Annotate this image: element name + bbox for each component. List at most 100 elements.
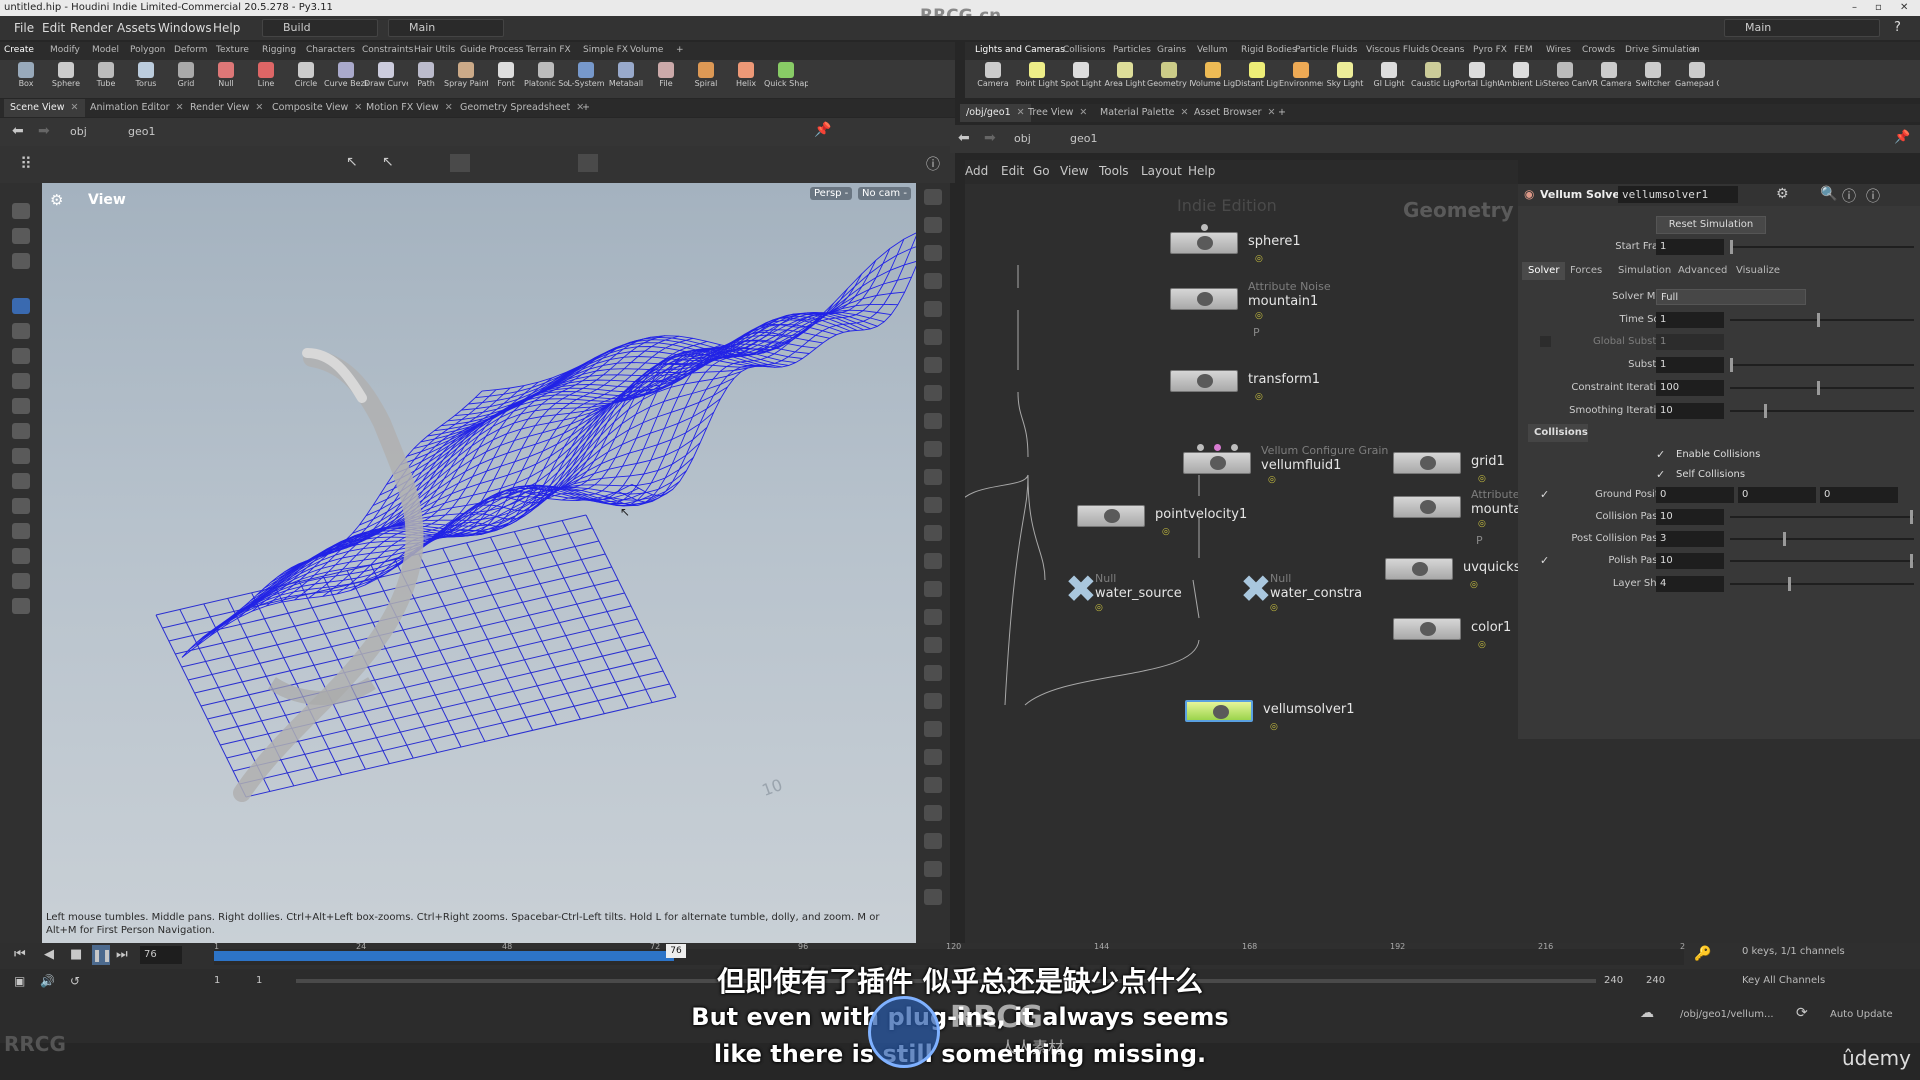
shelf-tab-hair-utils[interactable]: Hair Utils	[414, 45, 455, 55]
tool-gi-light[interactable]: GI Light	[1367, 62, 1411, 88]
light-icon[interactable]	[12, 598, 30, 614]
shelf-tab-fem[interactable]: FEM	[1514, 45, 1533, 55]
tab-forces[interactable]: Forces	[1570, 265, 1602, 276]
start-frame-field[interactable]: 1	[1656, 239, 1724, 255]
polish-passes-checkbox[interactable]: ✓	[1540, 555, 1551, 566]
tab-tree-view[interactable]: Tree View ✕	[1022, 104, 1093, 122]
select-tool-icon[interactable]: ↖	[382, 154, 394, 170]
shelf-tab-pyro-fx[interactable]: Pyro FX	[1473, 45, 1507, 55]
close-icon[interactable]: ✕	[176, 102, 184, 113]
post-collision-passes-slider[interactable]	[1730, 532, 1914, 546]
shelf-tab-guide-process[interactable]: Guide Process	[460, 45, 523, 55]
display-option-icon[interactable]	[924, 749, 942, 765]
smoothing-iterations-slider[interactable]	[1730, 404, 1914, 418]
menu-file[interactable]: File	[14, 16, 34, 40]
tool-stereo-camera[interactable]: Stereo Camera	[1543, 62, 1587, 88]
tool-ambient-light[interactable]: Ambient Light	[1499, 62, 1543, 88]
gear-icon[interactable]: ⚙	[1776, 186, 1789, 202]
tool-sphere[interactable]: Sphere	[44, 62, 88, 88]
forward-arrow-icon[interactable]: ➡	[984, 130, 996, 146]
display-option-icon[interactable]	[924, 273, 942, 289]
node-name-field[interactable]: vellumsolver1	[1618, 186, 1738, 203]
tool-spiral[interactable]: Spiral	[684, 62, 728, 88]
input-connector-icon[interactable]	[1231, 444, 1238, 451]
menu-render[interactable]: Render	[70, 16, 113, 40]
node-flag-icon[interactable]: ◎	[1478, 519, 1486, 529]
pin-icon[interactable]: 📌	[814, 122, 831, 138]
node-sphere1[interactable]	[1170, 232, 1238, 254]
shelf-tab-vellum[interactable]: Vellum	[1197, 45, 1227, 55]
tool-font[interactable]: Font	[484, 62, 528, 88]
ground-y-field[interactable]: 0	[1738, 487, 1816, 503]
network-editor[interactable]: Add Edit Go View Tools Layout Help Indie…	[965, 160, 1518, 943]
tool-spot-light[interactable]: Spot Light	[1059, 62, 1103, 88]
main-selector[interactable]: Main	[388, 19, 504, 37]
frame-marker[interactable]: 76	[666, 944, 686, 958]
tool-tube[interactable]: Tube	[84, 62, 128, 88]
shelf-tab-[interactable]: +	[676, 45, 684, 55]
scene-viewport[interactable]: ⚙ View Persp - No cam - 10 ↖ Left mouse …	[42, 183, 916, 943]
shelf-tab-particle-fluids[interactable]: Particle Fluids	[1295, 45, 1357, 55]
tool-box[interactable]: Box	[4, 62, 48, 88]
time-scale-field[interactable]: 1	[1656, 312, 1724, 328]
desktop-selector[interactable]: Build	[262, 19, 378, 37]
display-option-icon[interactable]	[924, 861, 942, 877]
tool-platonic-solids[interactable]: Platonic Solids	[524, 62, 568, 88]
help-icon[interactable]: ⓘ	[1866, 186, 1880, 206]
render-settings-icon[interactable]	[578, 154, 598, 172]
node-vellumsolver1[interactable]	[1185, 700, 1253, 722]
shelf-tab-simple-fx[interactable]: Simple FX	[583, 45, 628, 55]
display-option-icon[interactable]	[924, 889, 942, 905]
tab-render-view[interactable]: Render View ✕	[184, 99, 269, 117]
path-geo1[interactable]: geo1	[128, 125, 155, 138]
node-flag-icon[interactable]: ◎	[1478, 640, 1486, 650]
handle-icon[interactable]	[12, 448, 30, 464]
info-icon[interactable]: ⓘ	[926, 154, 940, 174]
search-icon[interactable]: 🔍	[1820, 186, 1837, 202]
path-obj[interactable]: obj	[1014, 132, 1031, 145]
path-obj[interactable]: obj	[70, 125, 87, 138]
tool-helix[interactable]: Helix	[724, 62, 768, 88]
tool-curve-bezier[interactable]: Curve Bezier	[324, 62, 368, 88]
shelf-tab-polygon[interactable]: Polygon	[130, 45, 165, 55]
tab-solver[interactable]: Solver	[1522, 262, 1566, 280]
magnet-icon[interactable]	[12, 498, 30, 514]
display-option-icon[interactable]	[924, 301, 942, 317]
polish-passes-slider[interactable]	[1730, 554, 1914, 568]
input-connector-icon[interactable]	[1197, 444, 1204, 451]
shelf-tab-[interactable]: +	[1690, 45, 1698, 55]
info-icon[interactable]: ⓘ	[1842, 186, 1856, 206]
display-option-icon[interactable]	[924, 525, 942, 541]
node-flag-icon[interactable]: ◎	[1270, 603, 1278, 613]
tab-scene-view[interactable]: Scene View ✕	[4, 99, 85, 117]
tab-material-palette[interactable]: Material Palette ✕	[1094, 104, 1194, 122]
rotate-icon[interactable]	[12, 348, 30, 364]
smoothing-iterations-field[interactable]: 10	[1656, 403, 1724, 419]
constraint-iterations-slider[interactable]	[1730, 381, 1914, 395]
node-transform1[interactable]	[1170, 370, 1238, 392]
maximize-icon[interactable]: ▫	[1875, 0, 1882, 16]
main-selector-right[interactable]: Main	[1724, 19, 1880, 37]
node-flag-icon[interactable]: ◎	[1162, 527, 1170, 537]
tool-geometry-light[interactable]: Geometry Light	[1147, 62, 1191, 88]
node-flag-icon[interactable]: ◎	[1270, 722, 1278, 732]
shelf-tab-rigging[interactable]: Rigging	[262, 45, 296, 55]
tool-draw-curve[interactable]: Draw Curve	[364, 62, 408, 88]
shelf-tab-oceans[interactable]: Oceans	[1431, 45, 1464, 55]
input-connector-icon[interactable]	[1201, 224, 1208, 231]
tool-metaball[interactable]: Metaball	[604, 62, 648, 88]
global-substeps-checkbox[interactable]	[1540, 336, 1551, 347]
global-substeps-field[interactable]: 1	[1656, 334, 1724, 350]
display-option-icon[interactable]	[924, 497, 942, 513]
tab-asset-browser[interactable]: Asset Browser ✕	[1188, 104, 1281, 122]
node-vellumfluid1[interactable]	[1183, 452, 1251, 474]
persp-menu[interactable]: Persp -	[810, 187, 853, 200]
tool-torus[interactable]: Torus	[124, 62, 168, 88]
tool-path[interactable]: Path	[404, 62, 448, 88]
scale-icon[interactable]	[12, 323, 30, 339]
help-icon[interactable]: ?	[1894, 16, 1901, 40]
ground-x-field[interactable]: 0	[1656, 487, 1734, 503]
grid-menu-icon[interactable]: ⠿	[20, 154, 32, 173]
display-option-icon[interactable]	[924, 833, 942, 849]
reset-simulation-button[interactable]: Reset Simulation	[1656, 216, 1766, 234]
